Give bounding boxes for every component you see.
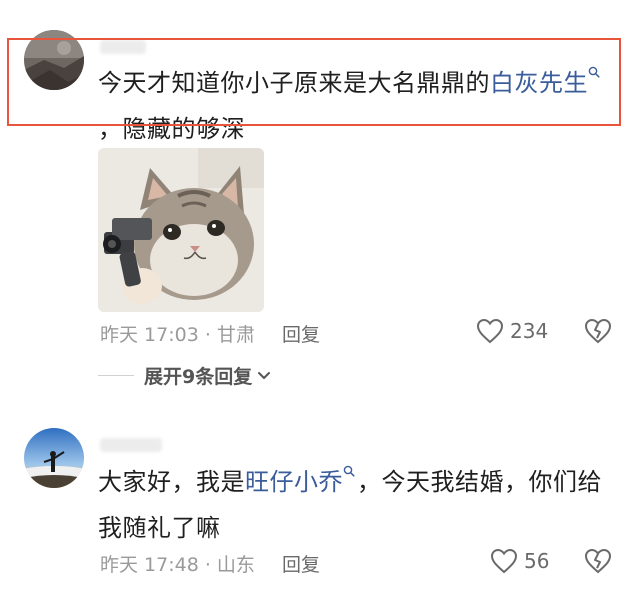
username-blurred[interactable] [100, 438, 162, 452]
comment-text-after: ，隐藏的够深 [98, 115, 245, 143]
cat-gun-sticker[interactable] [98, 148, 264, 312]
broken-heart-icon [584, 548, 612, 574]
comment-text: 大家好，我是旺仔小乔 ，今天我结婚，你们给我随礼了嘛 [98, 459, 608, 551]
expand-divider [98, 375, 134, 376]
avatar[interactable] [24, 30, 84, 90]
username-blurred[interactable] [100, 40, 146, 54]
mention-link-label: 白灰先生 [490, 69, 588, 97]
mention-link[interactable]: 旺仔小乔 [245, 465, 357, 496]
comment-meta: 昨天 17:48 · 山东 [100, 554, 255, 576]
dislike-button[interactable] [584, 318, 612, 348]
like-button[interactable]: 234 [476, 318, 548, 344]
like-count: 234 [510, 319, 549, 343]
heart-outline-icon [476, 318, 504, 344]
comment-meta: 昨天 17:03 · 甘肃 [100, 324, 255, 346]
comment-text-before: 大家好，我是 [98, 468, 245, 496]
avatar[interactable] [24, 428, 84, 488]
mention-link[interactable]: 白灰先生 [490, 66, 602, 97]
expand-replies-button[interactable]: 展开9条回复 [98, 362, 272, 389]
search-icon [588, 66, 600, 78]
comment-text: 今天才知道你小子原来是大名鼎鼎的白灰先生 ，隐藏的够深 [98, 60, 608, 152]
expand-replies-label: 展开9条回复 [144, 366, 253, 388]
like-button[interactable]: 56 [490, 548, 549, 574]
dislike-button[interactable] [584, 548, 612, 578]
mention-link-label: 旺仔小乔 [245, 468, 343, 496]
chevron-down-icon [258, 371, 271, 379]
heart-outline-icon [490, 548, 518, 574]
reply-button[interactable]: 回复 [282, 320, 320, 347]
reply-button[interactable]: 回复 [282, 550, 320, 577]
like-count: 56 [524, 549, 550, 573]
search-icon [343, 465, 355, 477]
broken-heart-icon [584, 318, 612, 344]
comment-text-before: 今天才知道你小子原来是大名鼎鼎的 [98, 69, 490, 97]
